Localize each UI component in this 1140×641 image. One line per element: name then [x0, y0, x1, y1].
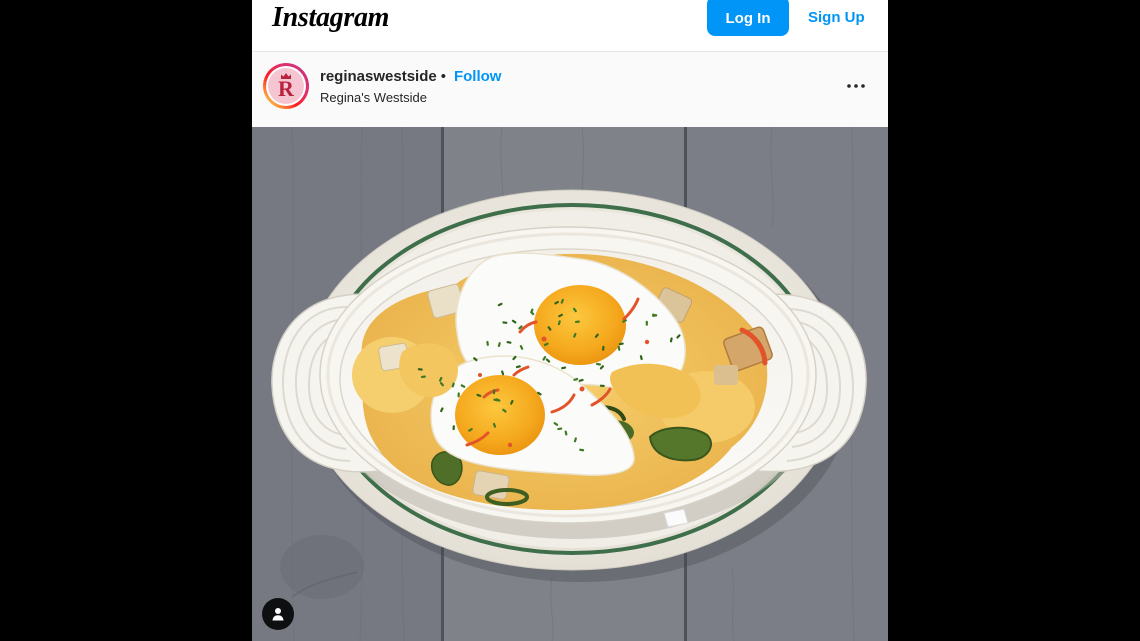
avatar-image: R [268, 68, 304, 104]
chive [492, 389, 496, 395]
dot [847, 84, 851, 88]
more-horizontal-icon [847, 84, 865, 88]
chive [452, 425, 455, 431]
dot [854, 84, 858, 88]
food-photo-illustration [252, 127, 888, 641]
separator-dot: • [440, 68, 446, 85]
crouton [472, 470, 510, 500]
embed-header: Instagram Log In Sign Up [252, 0, 888, 52]
chive [645, 320, 648, 326]
egg-yolk [534, 285, 626, 365]
tagged-users-button[interactable] [262, 598, 294, 630]
location-link[interactable]: Regina's Westside [320, 90, 427, 106]
instagram-embed: Instagram Log In Sign Up R reginaswestsi… [252, 0, 888, 641]
sauce-dot [644, 339, 650, 345]
sauce-dot [507, 442, 513, 448]
post-header: R reginaswestside • Follow Regina's West… [252, 52, 888, 127]
avatar[interactable]: R [263, 63, 309, 109]
avatar-border: R [266, 66, 306, 106]
avatar-logo-letter: R [278, 75, 294, 101]
table-stain [280, 535, 364, 599]
dot [861, 84, 865, 88]
signup-link[interactable]: Sign Up [808, 9, 865, 27]
chive [457, 392, 460, 398]
crouton [714, 365, 738, 385]
crown-shape [281, 73, 291, 79]
username-link[interactable]: reginaswestside [320, 68, 437, 86]
sauce-dot [541, 336, 547, 342]
user-tag-icon [272, 608, 284, 621]
post-photo[interactable] [252, 127, 888, 641]
crown-icon [281, 73, 291, 79]
login-button[interactable]: Log In [707, 0, 789, 36]
instagram-logo[interactable]: Instagram [272, 1, 389, 35]
post-title-row: reginaswestside • Follow [320, 68, 501, 86]
sauce-dot [478, 373, 482, 377]
more-options-button[interactable] [845, 82, 867, 90]
sauce-dot [579, 386, 585, 392]
user-body [272, 615, 284, 621]
follow-button[interactable]: Follow [454, 68, 502, 86]
chive [599, 384, 605, 388]
user-head [275, 608, 281, 614]
